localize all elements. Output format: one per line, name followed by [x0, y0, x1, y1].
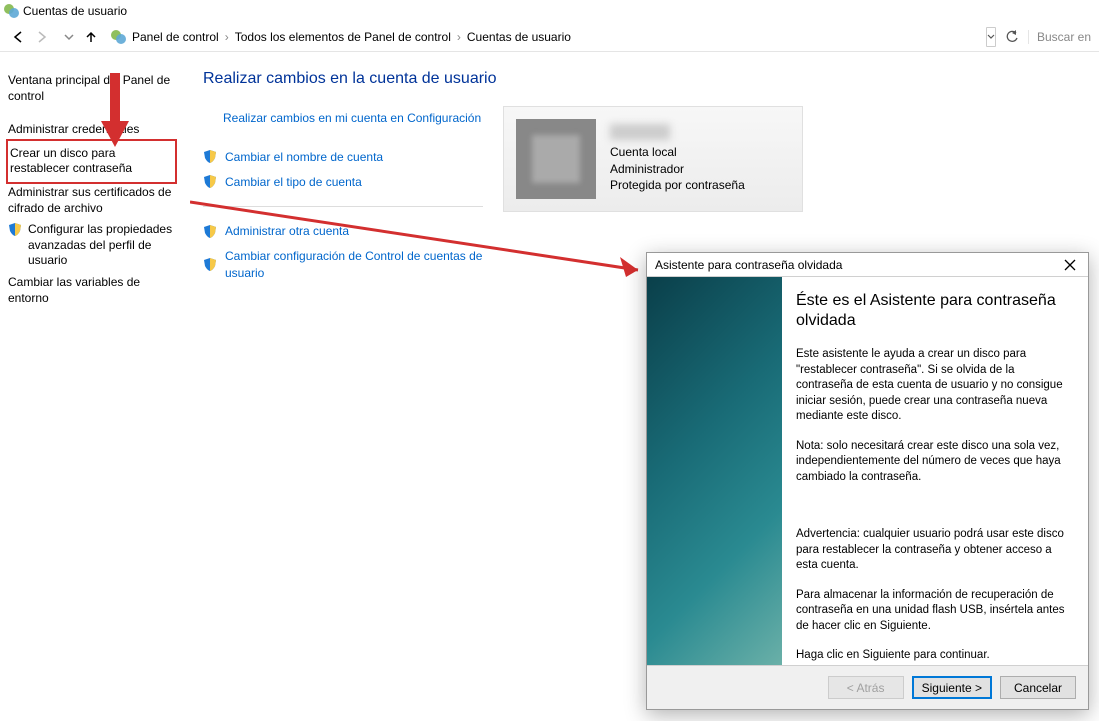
sidebar-item-reset-disk[interactable]: Crear un disco para restablecer contrase… — [6, 139, 177, 184]
sidebar-item-home[interactable]: Ventana principal del Panel de control — [8, 70, 175, 107]
wizard-side-image — [647, 277, 782, 665]
breadcrumb[interactable]: Panel de control › Todos los elementos d… — [110, 29, 986, 45]
breadcrumb-item-0[interactable]: Panel de control — [132, 30, 219, 44]
wizard-dialog: Asistente para contraseña olvidada Éste … — [646, 252, 1089, 710]
back-button[interactable] — [8, 26, 30, 48]
user-account-type: Cuenta local — [610, 144, 745, 161]
up-button[interactable] — [80, 26, 102, 48]
search-input[interactable]: Buscar en — [1028, 30, 1091, 44]
task-uac-config[interactable]: Cambiar configuración de Control de cuen… — [203, 244, 483, 286]
close-icon — [1064, 259, 1076, 271]
shield-icon — [203, 174, 219, 190]
nav-bar: Panel de control › Todos los elementos d… — [0, 22, 1099, 52]
wizard-title: Asistente para contraseña olvidada — [655, 258, 842, 272]
sidebar-item-credentials[interactable]: Administrar credenciales — [8, 119, 175, 141]
refresh-button[interactable] — [1002, 27, 1022, 47]
window-title: Cuentas de usuario — [23, 4, 127, 18]
next-button[interactable]: Siguiente > — [912, 676, 992, 699]
user-card: Cuenta local Administrador Protegida por… — [503, 106, 803, 212]
app-icon — [3, 3, 19, 19]
wizard-paragraph: Este asistente le ayuda a crear un disco… — [796, 347, 1074, 425]
breadcrumb-item-1[interactable]: Todos los elementos de Panel de control — [235, 30, 451, 44]
user-name-redacted — [610, 124, 670, 140]
shield-icon — [203, 257, 219, 273]
back-button: < Atrás — [828, 676, 904, 699]
control-panel-icon — [110, 29, 126, 45]
sidebar: Ventana principal del Panel de control A… — [8, 70, 183, 309]
task-change-name[interactable]: Cambiar el nombre de cuenta — [203, 145, 483, 170]
chevron-right-icon[interactable]: › — [457, 30, 461, 44]
shield-icon — [203, 224, 219, 240]
sidebar-item-certificates[interactable]: Administrar sus certificados de cifrado … — [8, 182, 175, 219]
task-list: Realizar cambios en mi cuenta en Configu… — [203, 106, 483, 286]
shield-icon — [8, 222, 24, 238]
user-role: Administrador — [610, 161, 745, 178]
address-bar-dropdown[interactable] — [986, 27, 996, 47]
wizard-title-bar: Asistente para contraseña olvidada — [647, 253, 1088, 277]
breadcrumb-item-2[interactable]: Cuentas de usuario — [467, 30, 571, 44]
task-manage-other[interactable]: Administrar otra cuenta — [203, 219, 483, 244]
chevron-right-icon[interactable]: › — [225, 30, 229, 44]
cancel-button[interactable]: Cancelar — [1000, 676, 1076, 699]
window-title-bar: Cuentas de usuario — [0, 0, 1099, 22]
user-protected: Protegida por contraseña — [610, 177, 745, 194]
user-info: Cuenta local Administrador Protegida por… — [610, 124, 745, 194]
wizard-paragraph: Advertencia: cualquier usuario podrá usa… — [796, 527, 1074, 574]
task-change-type[interactable]: Cambiar el tipo de cuenta — [203, 170, 483, 195]
wizard-heading: Éste es el Asistente para contraseña olv… — [796, 291, 1074, 331]
close-button[interactable] — [1056, 255, 1084, 275]
shield-icon — [203, 149, 219, 165]
user-avatar — [516, 119, 596, 199]
wizard-content: Éste es el Asistente para contraseña olv… — [782, 277, 1088, 665]
sidebar-item-env-vars[interactable]: Cambiar las variables de entorno — [8, 272, 175, 309]
page-heading: Realizar cambios en la cuenta de usuario — [203, 70, 1091, 88]
recent-locations-button[interactable] — [58, 26, 80, 48]
wizard-paragraph: Haga clic en Siguiente para continuar. — [796, 648, 1074, 664]
sidebar-item-advanced-profile[interactable]: Configurar las propiedades avanzadas del… — [8, 219, 175, 272]
wizard-paragraph: Nota: solo necesitará crear este disco u… — [796, 439, 1074, 486]
wizard-paragraph: Para almacenar la información de recuper… — [796, 588, 1074, 635]
forward-button — [30, 26, 52, 48]
wizard-footer: < Atrás Siguiente > Cancelar — [647, 665, 1088, 709]
task-config-settings[interactable]: Realizar cambios en mi cuenta en Configu… — [223, 106, 483, 131]
